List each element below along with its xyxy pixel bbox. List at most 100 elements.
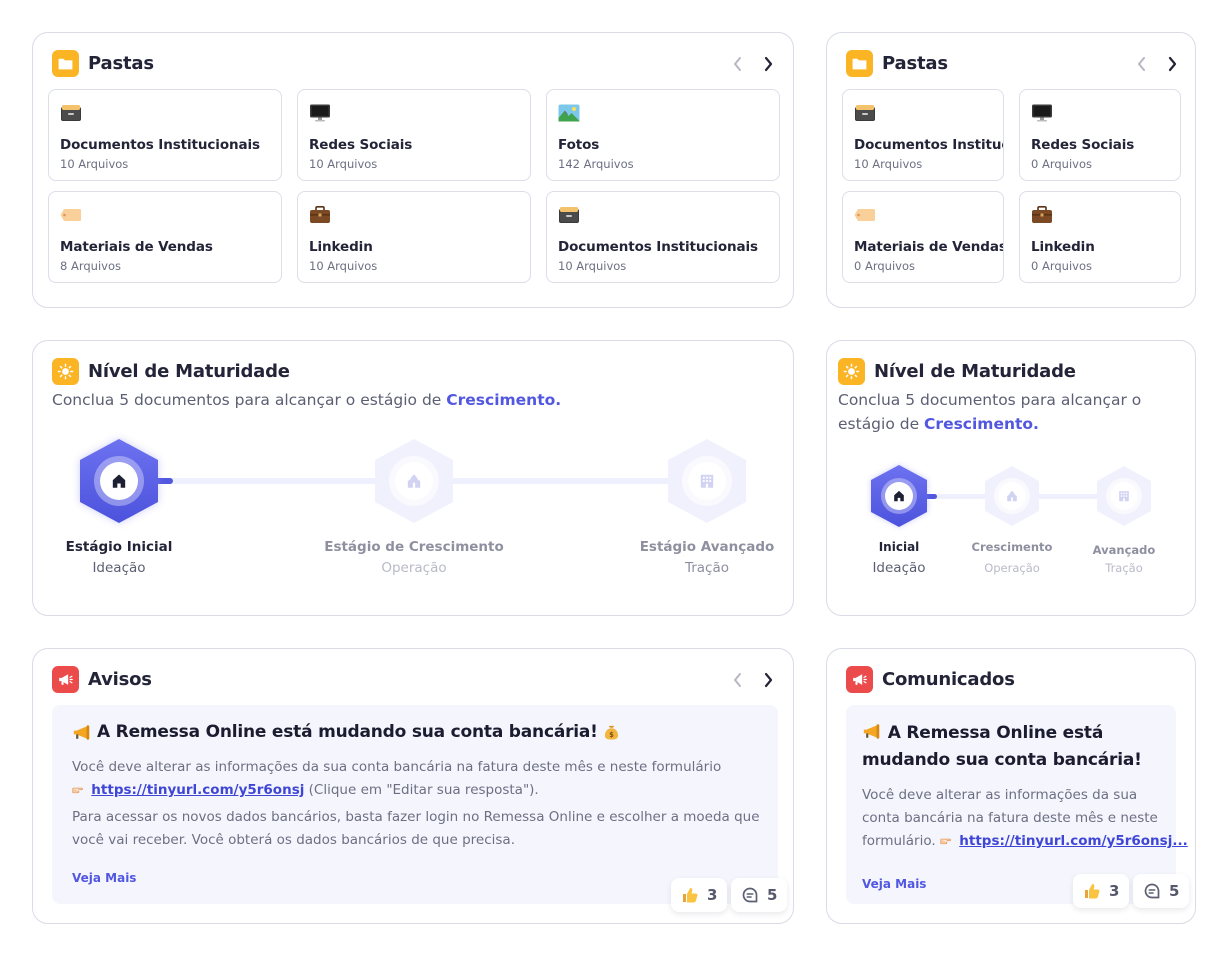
folder-card[interactable]: Linkedin 0 Arquivos: [1019, 191, 1181, 283]
sun-icon: [838, 357, 865, 385]
folder-card[interactable]: Documentos Institucionais 10 Arquivos: [842, 89, 1004, 181]
veja-mais-link[interactable]: Veja Mais: [72, 871, 136, 885]
stage-growth-badge: [985, 466, 1039, 526]
stage-track: [871, 465, 1151, 527]
stage-advanced-badge: [1097, 466, 1151, 526]
notice-heading-text: mudando sua conta bancária!: [862, 750, 1142, 770]
folder-card[interactable]: Materiais de Vendas 8 Arquivos: [48, 191, 282, 283]
folder-card[interactable]: Redes Sociais 10 Arquivos: [297, 89, 531, 181]
maturidade-card: Nível de Maturidade Conclua 5 documentos…: [32, 340, 794, 616]
maturidade-side-title: Nível de Maturidade: [874, 360, 1076, 382]
folder-count: 8 Arquivos: [60, 259, 121, 273]
stage-label: Inicial: [878, 540, 920, 554]
comment-button[interactable]: 5: [1133, 874, 1190, 908]
like-count: 3: [707, 886, 718, 904]
notice-body: Você deve alterar as informações da sua …: [72, 756, 762, 802]
folder-name: Documentos Institucionais: [854, 137, 1003, 153]
folder-card[interactable]: Documentos Institucionais 10 Arquivos: [48, 89, 282, 181]
pastas-card: Pastas Documentos Institucionais 10 Arqu…: [32, 32, 794, 308]
pastas-nav: [729, 55, 777, 73]
next-arrow-icon[interactable]: [761, 671, 777, 689]
stage-initial-badge: [80, 439, 158, 523]
briefcase-icon: [309, 206, 331, 224]
tag-icon: [854, 206, 876, 224]
notice-text: (Clique em "Editar sua resposta").: [304, 782, 539, 798]
stage-sub: Operação: [381, 560, 447, 576]
building-icon: [1119, 491, 1129, 502]
subtitle-text: Conclua 5 documentos para alcançar o est…: [52, 391, 447, 409]
subtitle-text: Conclua 5 documentos para alcançar o: [838, 391, 1142, 409]
maturidade-title: Nível de Maturidade: [88, 360, 290, 382]
notice-link[interactable]: https://tinyurl.com/y5r6onsj...: [959, 833, 1187, 849]
tag-icon: [60, 206, 82, 224]
comunicados-header: Comunicados: [846, 665, 1015, 693]
briefcase-icon: [1031, 206, 1053, 224]
stage-track: [80, 439, 746, 523]
veja-mais-link[interactable]: Veja Mais: [862, 877, 926, 891]
subtitle-highlight: Crescimento.: [924, 415, 1039, 433]
stage-label: Avançado: [1092, 543, 1156, 557]
notice-link[interactable]: https://tinyurl.com/y5r6onsj: [91, 782, 304, 798]
folder-icon: [52, 49, 79, 77]
pastas-side-header: Pastas: [846, 49, 948, 77]
notice-text: formulário.: [862, 833, 940, 849]
stage-label: Estágio Avançado: [639, 539, 775, 555]
notice-heading-text: A Remessa Online está mudando sua conta …: [97, 722, 598, 742]
sun-icon: [52, 357, 79, 385]
folder-card[interactable]: Redes Sociais 0 Arquivos: [1019, 89, 1181, 181]
comment-button[interactable]: 5: [731, 878, 788, 912]
prev-arrow-icon[interactable]: [729, 671, 745, 689]
comment-icon: [1143, 882, 1161, 900]
avisos-header: Avisos: [52, 665, 152, 693]
notice-heading: A Remessa Online está mudando sua conta …: [862, 720, 1142, 774]
thumbs-up-icon: [681, 886, 699, 904]
notice-body: Para acessar os novos dados bancários, b…: [72, 806, 762, 852]
folder-count: 0 Arquivos: [1031, 157, 1092, 171]
folder-name: Materiais de Vendas: [854, 239, 1004, 255]
notice-panel: A Remessa Online está mudando sua conta …: [846, 705, 1188, 904]
maturidade-side-card: Nível de Maturidade Conclua 5 documentos…: [826, 340, 1196, 616]
pastas-side-nav: [1133, 55, 1181, 73]
folder-icon: [846, 49, 873, 77]
folder-name: Linkedin: [309, 239, 373, 255]
folder-count: 10 Arquivos: [60, 157, 129, 171]
folder-count: 10 Arquivos: [309, 157, 378, 171]
computer-monitor-icon: [1031, 104, 1053, 122]
notice-body: Você deve alterar as informações da sua …: [862, 784, 1188, 853]
pastas-side-card: Pastas Documentos Institucionais 10 Arqu…: [826, 32, 1196, 308]
stage-initial-badge: [871, 465, 927, 527]
prev-arrow-icon[interactable]: [729, 55, 745, 73]
folder-count: 142 Arquivos: [558, 157, 634, 171]
folder-card[interactable]: Documentos Institucionais 10 Arquivos: [546, 191, 780, 283]
stage-sub: Ideação: [92, 560, 146, 576]
stage-sub: Ideação: [872, 560, 926, 576]
money-bag-icon: [603, 724, 620, 741]
folder-card[interactable]: Linkedin 10 Arquivos: [297, 191, 531, 283]
folder-card[interactable]: Fotos 142 Arquivos: [546, 89, 780, 181]
folder-name: Redes Sociais: [1031, 137, 1135, 153]
comment-icon: [741, 886, 759, 904]
next-arrow-icon[interactable]: [1165, 55, 1181, 73]
like-button[interactable]: 3: [671, 878, 728, 912]
stage-advanced-badge: [668, 439, 746, 523]
comunicados-card: Comunicados A Remessa Online está mudand…: [826, 648, 1196, 924]
folder-card[interactable]: Materiais de Vendas 0 Arquivos: [842, 191, 1004, 283]
stage-label: Estágio Inicial: [65, 539, 173, 555]
notice-panel: A Remessa Online está mudando sua conta …: [52, 705, 778, 904]
landscape-photo-icon: [558, 104, 580, 122]
folder-count: 0 Arquivos: [854, 259, 915, 273]
folder-name: Fotos: [558, 137, 600, 153]
like-button[interactable]: 3: [1073, 874, 1130, 908]
avisos-card: Avisos A Remessa Online está mudando sua…: [32, 648, 794, 924]
maturidade-header: Nível de Maturidade: [52, 357, 290, 385]
prev-arrow-icon[interactable]: [1133, 55, 1149, 73]
subtitle-highlight: Crescimento.: [446, 391, 562, 409]
notice-text: você vai receber. Você obterá os dados b…: [72, 832, 515, 848]
next-arrow-icon[interactable]: [761, 55, 777, 73]
folder-name: Redes Sociais: [309, 137, 413, 153]
folder-count: 0 Arquivos: [1031, 259, 1092, 273]
stage-label: Estágio de Crescimento: [324, 539, 504, 555]
folder-count: 10 Arquivos: [854, 157, 923, 171]
postal-horn-icon: [72, 724, 92, 741]
maturidade-subtitle: Conclua 5 documentos para alcançar o est…: [52, 388, 561, 412]
